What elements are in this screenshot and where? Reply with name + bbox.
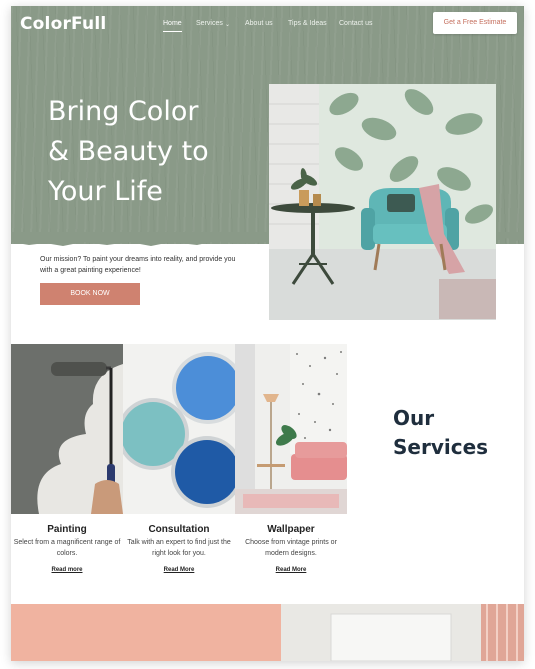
- nav-item-tips[interactable]: Tips & Ideas: [288, 20, 327, 27]
- read-more-link[interactable]: Read More: [123, 567, 235, 573]
- headline-line: Your Life: [48, 176, 163, 207]
- services-heading: Our Services: [393, 404, 488, 462]
- service-desc: Talk with an expert to find just the rig…: [127, 539, 231, 557]
- service-desc: Select from a magnificent range of color…: [13, 539, 121, 557]
- service-title: Consultation: [148, 524, 210, 535]
- painting-image[interactable]: [11, 344, 123, 514]
- page-frame: ColorFull Home Services ⌄ About us Tips …: [11, 6, 524, 661]
- free-estimate-button[interactable]: Get a Free Estimate: [433, 12, 517, 34]
- wallpaper-image[interactable]: [235, 344, 347, 514]
- bottom-image-strip: [11, 604, 524, 661]
- hero-headline: Bring Color & Beauty to Your Life: [48, 92, 248, 212]
- mission-text: Our mission? To paint your dreams into r…: [40, 256, 236, 274]
- nav-item-home[interactable]: Home: [163, 20, 182, 32]
- read-more-link[interactable]: Read more: [11, 567, 123, 573]
- heading-line: Our: [393, 406, 435, 430]
- chevron-down-icon[interactable]: ⌄: [225, 21, 230, 28]
- service-title: Wallpaper: [267, 524, 315, 535]
- service-desc: Choose from vintage prints or modern des…: [245, 539, 337, 557]
- headline-line: & Beauty to: [48, 136, 209, 167]
- nav-item-contact[interactable]: Contact us: [339, 20, 372, 27]
- book-now-button[interactable]: BOOK NOW: [40, 283, 140, 305]
- headline-line: Bring Color: [48, 96, 199, 127]
- heading-line: Services: [393, 435, 489, 459]
- read-more-link[interactable]: Read More: [235, 567, 347, 573]
- hero-room-image: [269, 84, 496, 320]
- nav-item-about[interactable]: About us: [245, 20, 273, 27]
- nav-item-services[interactable]: Services: [196, 20, 223, 27]
- consultation-image[interactable]: [123, 344, 235, 514]
- service-title: Painting: [47, 524, 87, 535]
